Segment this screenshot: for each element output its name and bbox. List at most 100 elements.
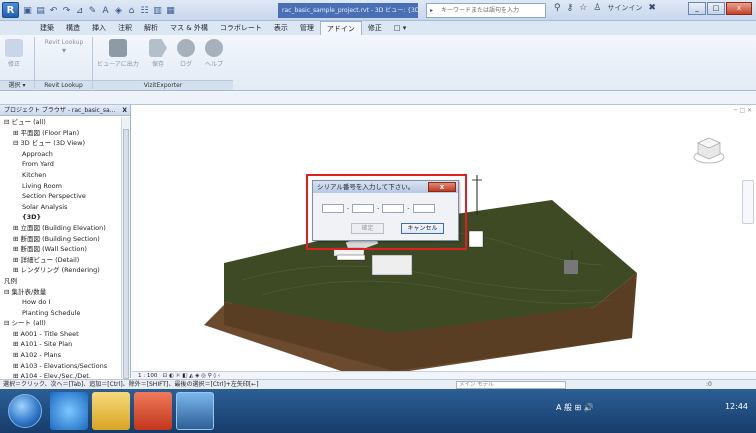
user-icon[interactable]: ♙ — [593, 3, 601, 13]
tab-massing-site[interactable]: マス & 外構 — [164, 21, 214, 35]
browser-tree-node[interactable]: {3D} — [0, 212, 118, 223]
media-app-icon[interactable] — [134, 392, 172, 430]
browser-app-icon[interactable] — [50, 392, 88, 430]
browser-tree-node[interactable]: Solar Analysis — [0, 202, 118, 213]
minimize-button[interactable]: _ — [688, 2, 706, 15]
tab-addins[interactable]: アドイン — [319, 21, 362, 35]
ribbon-minimize-toggle[interactable]: □ ▾ — [388, 21, 412, 35]
quick-access-toolbar: ▣ ▤ ↶ ↷ ⊿ ✎ A ◈ ⌂ ☷ ▥ ▦ — [22, 3, 176, 18]
redo-icon[interactable]: ↷ — [61, 5, 72, 17]
browser-tree-node[interactable]: ⊟ 3D ビュー (3D View) — [0, 138, 118, 149]
section-icon[interactable]: ☷ — [139, 5, 150, 17]
modify-button[interactable]: 修正 — [4, 39, 24, 68]
search-expand-icon[interactable]: ▸ — [430, 4, 433, 17]
save-button[interactable]: 保存 — [146, 39, 170, 68]
browser-tree-node[interactable]: Planting Schedule — [0, 308, 118, 319]
windows-taskbar: A 般 ⊞ 🔊 12:44 — [0, 389, 756, 433]
panel-select-label[interactable]: 選択 ▾ — [0, 80, 34, 90]
cancel-button[interactable]: キャンセル — [401, 223, 444, 234]
export-viewer-button[interactable]: ビューアに出力 — [94, 39, 142, 68]
log-button[interactable]: ログ — [174, 39, 198, 68]
infocenter-icons: ⚲ ⚷ ☆ ♙ サインイン ✖ — [554, 3, 656, 13]
explorer-app-icon[interactable] — [92, 392, 130, 430]
modify-button-label: 修正 — [7, 61, 20, 68]
serial-field-3[interactable] — [382, 204, 405, 213]
browser-tree-node[interactable]: Section Perspective — [0, 191, 118, 202]
revit-lookup-button[interactable]: Revit Lookup ▾ — [40, 39, 88, 55]
title-bar: R ▣ ▤ ↶ ↷ ⊿ ✎ A ◈ ⌂ ☷ ▥ ▦ rac_basic_samp… — [0, 0, 756, 21]
panel-vizitexporter-label: VizitExporter — [93, 80, 233, 90]
browser-tree-node[interactable]: ⊞ 平面図 (Floor Plan) — [0, 128, 118, 139]
tab-insert[interactable]: 挿入 — [86, 21, 112, 35]
navigation-bar[interactable] — [742, 180, 754, 224]
switch-windows-icon[interactable]: ▦ — [165, 5, 176, 17]
browser-tree-node[interactable]: ⊞ A001 - Title Sheet — [0, 329, 118, 340]
active-model-dropdown[interactable]: メイン モデル — [456, 381, 566, 389]
tab-collaborate[interactable]: コラボレート — [214, 21, 268, 35]
exchange-icon[interactable]: ✖ — [648, 3, 656, 13]
thin-lines-icon[interactable]: ▥ — [152, 5, 163, 17]
scrollbar-thumb[interactable] — [123, 129, 129, 379]
project-browser-close-button[interactable]: X — [122, 105, 127, 116]
tab-architecture[interactable]: 建築 — [34, 21, 60, 35]
tab-structure[interactable]: 構造 — [60, 21, 86, 35]
browser-tree-node[interactable]: ⊞ A102 - Plans — [0, 350, 118, 361]
save-icon[interactable]: ▤ — [35, 5, 46, 17]
browser-tree-node[interactable]: ⊟ 集計表/数量 — [0, 287, 118, 298]
help-button[interactable]: ヘルプ — [202, 39, 226, 68]
favorites-icon[interactable]: ☆ — [579, 3, 587, 13]
pencil-icon[interactable]: ✎ — [87, 5, 98, 17]
browser-tree-node[interactable]: ⊞ 断面図 (Wall Section) — [0, 244, 118, 255]
browser-tree-node[interactable]: ⊟ シート (all) — [0, 318, 118, 329]
application-menu-button[interactable]: R — [2, 2, 19, 18]
browser-tree-node[interactable]: How do I — [0, 297, 118, 308]
browser-tree-node[interactable]: ⊞ 詳細ビュー (Detail) — [0, 255, 118, 266]
browser-tree-node[interactable]: 凡例 — [0, 276, 118, 287]
window-controls: _ □ x — [688, 2, 752, 15]
3d-view-icon[interactable]: ⌂ — [126, 5, 137, 17]
system-tray[interactable]: A 般 ⊞ 🔊 — [556, 402, 594, 413]
infocenter-search-input[interactable]: ▸ キーワードまたは語句を入力 — [426, 3, 546, 18]
serial-field-4[interactable] — [412, 204, 435, 213]
browser-tree-node[interactable]: ⊟ ビュー (all) — [0, 117, 118, 128]
selection-filter-count[interactable]: :0 — [706, 380, 712, 389]
tab-view[interactable]: 表示 — [268, 21, 294, 35]
tab-modify[interactable]: 修正 — [362, 21, 388, 35]
browser-tree-node[interactable]: From Yard — [0, 159, 118, 170]
measure-icon[interactable]: ⊿ — [74, 5, 85, 17]
browser-tree-node[interactable]: Approach — [0, 149, 118, 160]
browser-tree-node[interactable]: ⊞ レンダリング (Rendering) — [0, 265, 118, 276]
ribbon-tabs: 建築 構造 挿入 注釈 解析 マス & 外構 コラボレート 表示 管理 アドイン… — [0, 21, 756, 35]
text-icon[interactable]: A — [100, 5, 111, 17]
subscription-icon[interactable]: ⚷ — [567, 3, 574, 13]
dialog-close-button[interactable]: x — [428, 182, 456, 192]
binoculars-icon[interactable]: ⚲ — [554, 3, 561, 13]
tag-icon[interactable]: ◈ — [113, 5, 124, 17]
tab-manage[interactable]: 管理 — [294, 21, 320, 35]
signin-button[interactable]: サインイン — [607, 3, 642, 13]
revit-lookup-label: Revit Lookup — [44, 39, 84, 46]
tab-analyze[interactable]: 解析 — [138, 21, 164, 35]
project-browser-scrollbar[interactable] — [121, 117, 130, 379]
undo-icon[interactable]: ↶ — [48, 5, 59, 17]
browser-tree-node[interactable]: ⊞ A103 - Elevations/Sections — [0, 361, 118, 372]
serial-field-2[interactable] — [352, 204, 375, 213]
info-icon — [177, 39, 195, 57]
revit-app-icon[interactable] — [176, 392, 214, 430]
maximize-button[interactable]: □ — [707, 2, 725, 15]
close-button[interactable]: x — [726, 2, 752, 15]
browser-tree-node[interactable]: Kitchen — [0, 170, 118, 181]
document-title: rac_basic_sample_project.rvt - 3D ビュー: {… — [278, 3, 418, 18]
browser-tree-node[interactable]: Living Room — [0, 181, 118, 192]
browser-tree-node[interactable]: ⊞ 断面図 (Building Section) — [0, 234, 118, 245]
tab-annotate[interactable]: 注釈 — [112, 21, 138, 35]
viewcube-icon[interactable] — [693, 135, 725, 165]
open-icon[interactable]: ▣ — [22, 5, 33, 17]
browser-tree-node[interactable]: ⊞ 立面図 (Building Elevation) — [0, 223, 118, 234]
status-bar: 選択＝クリック、次へ＝[Tab]、追加＝[Ctrl]、除外＝[SHIFT]、最後… — [0, 379, 756, 389]
start-button[interactable] — [8, 394, 42, 428]
confirm-button[interactable]: 確定 — [351, 223, 384, 234]
taskbar-clock[interactable]: 12:44 — [725, 402, 748, 411]
browser-tree-node[interactable]: ⊞ A101 - Site Plan — [0, 339, 118, 350]
serial-field-1[interactable] — [322, 204, 344, 213]
